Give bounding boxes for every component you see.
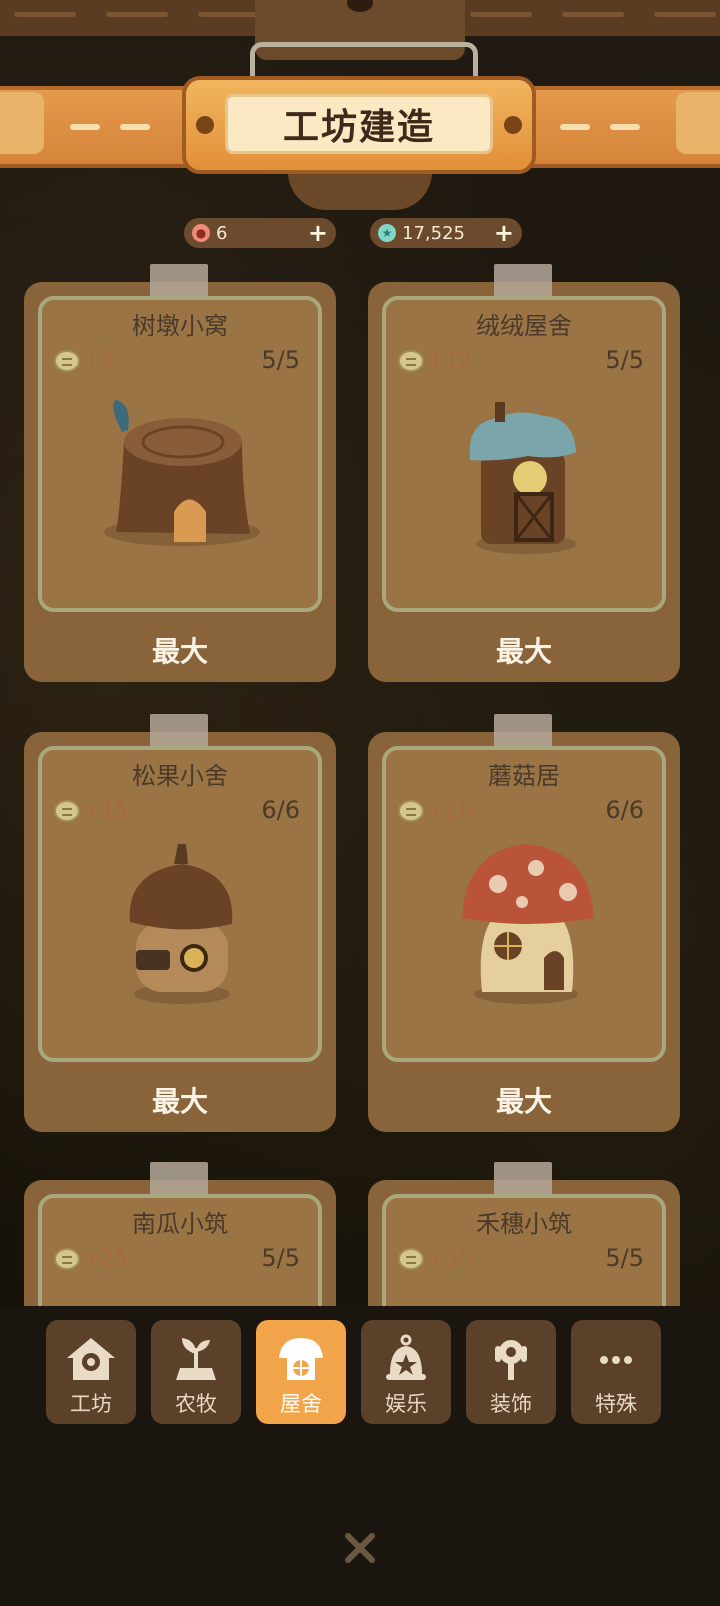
tab-housing[interactable]: 屋舍 bbox=[256, 1320, 346, 1424]
max-level-label: 最大 bbox=[495, 1085, 552, 1118]
seal-coin-icon: ● bbox=[192, 224, 210, 242]
workshop-icon bbox=[67, 1338, 115, 1380]
building-card-mushroom[interactable]: 蘑菇居 +20 6/6 最大 bbox=[368, 714, 680, 1132]
building-card-tree-stump[interactable]: 树墩小窝 +5 5/5 最大 bbox=[24, 264, 336, 682]
currency-star-gem: ★ 17,525 + bbox=[370, 218, 522, 248]
currency-value: 6 bbox=[216, 222, 228, 244]
currency-value: 17,525 bbox=[402, 222, 465, 244]
income-bonus: +30 bbox=[426, 1246, 473, 1271]
add-currency-button[interactable]: + bbox=[308, 219, 328, 247]
tab-label: 装饰 bbox=[490, 1392, 532, 1416]
title-hanger bbox=[288, 172, 432, 210]
fluffy-roof-house-image bbox=[469, 402, 576, 554]
build-count: 5/5 bbox=[261, 1244, 300, 1272]
mushroom-house-image bbox=[462, 844, 594, 1004]
currency-seal-coin: ● 6 + bbox=[184, 218, 336, 248]
more-icon bbox=[600, 1356, 632, 1364]
close-icon[interactable] bbox=[340, 1528, 380, 1568]
building-name: 禾穗小筑 bbox=[476, 1210, 572, 1238]
building-card-fluffy-house[interactable]: 绒绒屋舍 +12 5/5 最大 bbox=[368, 264, 680, 682]
tab-workshop[interactable]: 工坊 bbox=[46, 1320, 136, 1424]
tab-label: 屋舍 bbox=[280, 1392, 322, 1416]
tab-decoration[interactable]: 装饰 bbox=[466, 1320, 556, 1424]
max-level-label: 最大 bbox=[151, 1085, 208, 1118]
house-icon bbox=[279, 1338, 323, 1380]
tab-entertainment[interactable]: 娱乐 bbox=[361, 1320, 451, 1424]
title-plate: 工坊建造 bbox=[182, 76, 536, 174]
tab-label: 特殊 bbox=[595, 1392, 637, 1416]
add-currency-button[interactable]: + bbox=[494, 219, 514, 247]
build-count: 5/5 bbox=[605, 1244, 644, 1272]
max-level-label: 最大 bbox=[151, 635, 208, 668]
building-name: 南瓜小筑 bbox=[132, 1210, 228, 1238]
building-card-acorn[interactable]: 松果小舍 +15 6/6 最大 bbox=[24, 714, 336, 1132]
tab-special[interactable]: 特殊 bbox=[571, 1320, 661, 1424]
decoration-icon bbox=[495, 1340, 527, 1380]
acorn-house-image bbox=[129, 844, 233, 1004]
sprout-icon bbox=[176, 1338, 216, 1380]
tree-stump-house-image bbox=[104, 400, 260, 546]
bell-icon bbox=[386, 1334, 426, 1380]
star-gem-icon: ★ bbox=[378, 224, 396, 242]
tab-label: 娱乐 bbox=[385, 1392, 427, 1416]
coin-icon bbox=[398, 1248, 424, 1270]
income-bonus: +25 bbox=[82, 1246, 129, 1271]
tab-label: 工坊 bbox=[70, 1392, 112, 1416]
page-title: 工坊建造 bbox=[225, 94, 493, 154]
max-level-label: 最大 bbox=[495, 635, 552, 668]
coin-icon bbox=[54, 1248, 80, 1270]
tab-label: 农牧 bbox=[175, 1392, 217, 1416]
tab-farming[interactable]: 农牧 bbox=[151, 1320, 241, 1424]
